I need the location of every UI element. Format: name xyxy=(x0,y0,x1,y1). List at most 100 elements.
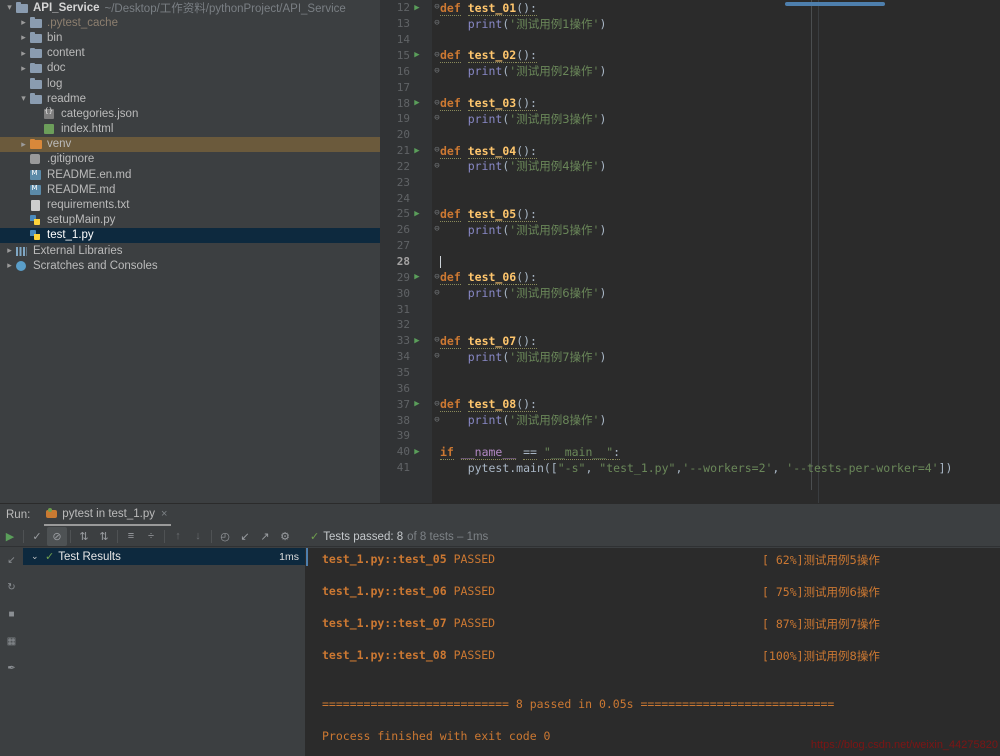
test-results-tree[interactable]: ⌄ ✓ Test Results 1ms xyxy=(23,548,306,756)
code-line-19[interactable]: 19⊖ print('测试用例3操作') xyxy=(380,111,1000,127)
code-line-24[interactable]: 24 xyxy=(380,190,1000,206)
console-output[interactable]: test_1.py::test_05 PASSED[ 62%]测试用例5操作te… xyxy=(306,548,1000,756)
code-line-31[interactable]: 31 xyxy=(380,301,1000,317)
sort-alphabetically-button[interactable]: ⇅ xyxy=(74,527,94,546)
tree-item--pytest-cache[interactable]: .pytest_cache xyxy=(0,15,380,30)
toggle-ignored-button[interactable]: ⊘ xyxy=(47,527,67,546)
run-test-gutter-icon[interactable]: ▶ xyxy=(410,146,424,156)
project-tree-items: .pytest_cachebincontentdoclogreadmecateg… xyxy=(0,15,380,273)
tree-item-content[interactable]: content xyxy=(0,46,380,61)
code-line-16[interactable]: 16⊖ print('测试用例2操作') xyxy=(380,63,1000,79)
run-test-gutter-icon[interactable]: ▶ xyxy=(410,336,424,346)
folder-icon xyxy=(15,2,29,14)
chevron-down-icon[interactable] xyxy=(4,3,15,12)
tree-item-setupmain-py[interactable]: setupMain.py xyxy=(0,213,380,228)
tree-item-readme[interactable]: readme xyxy=(0,91,380,106)
code-line-38[interactable]: 38⊖ print('测试用例8操作') xyxy=(380,412,1000,428)
import-results-button[interactable]: ↙ xyxy=(235,527,255,546)
chevron-right-icon[interactable] xyxy=(4,246,15,255)
tree-item-index-html[interactable]: index.html xyxy=(0,122,380,137)
tree-item-external-libraries[interactable]: External Libraries xyxy=(0,243,380,258)
code-line-36[interactable]: 36 xyxy=(380,380,1000,396)
tree-item-readme-md[interactable]: README.md xyxy=(0,182,380,197)
rerun-button[interactable]: ▶ xyxy=(0,527,20,546)
tree-item-test-1-py[interactable]: test_1.py xyxy=(0,228,380,243)
code-line-14[interactable]: 14 xyxy=(380,32,1000,48)
tree-item-requirements-txt[interactable]: requirements.txt xyxy=(0,197,380,212)
code-line-17[interactable]: 17 xyxy=(380,79,1000,95)
code-line-12[interactable]: 12▶⊖def test_01(): xyxy=(380,0,1000,16)
run-test-gutter-icon[interactable]: ▶ xyxy=(410,50,424,60)
chevron-right-icon[interactable] xyxy=(18,140,29,149)
chevron-right-icon[interactable] xyxy=(18,49,29,58)
tree-item-categories-json[interactable]: categories.json xyxy=(0,106,380,121)
code-line-32[interactable]: 32 xyxy=(380,317,1000,333)
code-line-22[interactable]: 22⊖ print('测试用例4操作') xyxy=(380,159,1000,175)
tree-item-readme-en-md[interactable]: README.en.md xyxy=(0,167,380,182)
tree-item-label: README.en.md xyxy=(47,169,131,181)
run-test-gutter-icon[interactable]: ▶ xyxy=(410,272,424,282)
rerun-icon[interactable]: ↻ xyxy=(4,579,20,595)
chevron-down-icon[interactable]: ⌄ xyxy=(31,551,39,562)
code-line-39[interactable]: 39 xyxy=(380,428,1000,444)
layout-icon[interactable]: ▦ xyxy=(4,633,20,649)
code-line-20[interactable]: 20 xyxy=(380,127,1000,143)
tree-item-scratches-and-consoles[interactable]: Scratches and Consoles xyxy=(0,258,380,273)
chevron-right-icon[interactable] xyxy=(18,18,29,27)
run-test-gutter-icon[interactable]: ▶ xyxy=(410,399,424,409)
tree-item-doc[interactable]: doc xyxy=(0,61,380,76)
settings-gear-button[interactable]: ⚙ xyxy=(275,527,295,546)
line-number: 12 xyxy=(380,1,410,14)
export-results-button[interactable]: ↗ xyxy=(255,527,275,546)
tree-item-bin[interactable]: bin xyxy=(0,30,380,45)
run-test-gutter-icon[interactable]: ▶ xyxy=(410,447,424,457)
code-line-25[interactable]: 25▶⊖def test_05(): xyxy=(380,206,1000,222)
chevron-down-icon[interactable] xyxy=(18,94,29,103)
run-test-gutter-icon[interactable]: ▶ xyxy=(410,98,424,108)
code-line-40[interactable]: 40▶if __name__ == "__main__": xyxy=(380,444,1000,460)
project-root-label: API_Service xyxy=(33,2,100,14)
code-line-34[interactable]: 34⊖ print('测试用例7操作') xyxy=(380,349,1000,365)
previous-failed-button[interactable]: ↑ xyxy=(168,527,188,546)
code-line-27[interactable]: 27 xyxy=(380,238,1000,254)
code-line-26[interactable]: 26⊖ print('测试用例5操作') xyxy=(380,222,1000,238)
next-failed-button[interactable]: ↓ xyxy=(188,527,208,546)
sort-by-duration-button[interactable]: ⇅ xyxy=(94,527,114,546)
code-line-35[interactable]: 35 xyxy=(380,365,1000,381)
expand-all-button[interactable]: ≡ xyxy=(121,527,141,546)
tree-item-log[interactable]: log xyxy=(0,76,380,91)
chevron-right-icon[interactable] xyxy=(18,33,29,42)
project-tree-panel[interactable]: API_Service ~/Desktop/工作资料/pythonProject… xyxy=(0,0,380,503)
code-line-33[interactable]: 33▶⊖def test_07(): xyxy=(380,333,1000,349)
folder-icon xyxy=(29,17,43,29)
pycharm-window: API_Service ~/Desktop/工作资料/pythonProject… xyxy=(0,0,1000,756)
run-test-gutter-icon[interactable]: ▶ xyxy=(410,3,424,13)
code-line-23[interactable]: 23 xyxy=(380,174,1000,190)
code-editor[interactable]: 12▶⊖def test_01():13⊖ print('测试用例1操作')14… xyxy=(380,0,1000,503)
code-line-28[interactable]: 28 xyxy=(380,254,1000,270)
tree-item-venv[interactable]: venv xyxy=(0,137,380,152)
code-line-41[interactable]: 41 pytest.main(["-s", "test_1.py",'--wor… xyxy=(380,460,1000,476)
project-root-row[interactable]: API_Service ~/Desktop/工作资料/pythonProject… xyxy=(0,0,380,15)
stop-icon[interactable]: ■ xyxy=(4,606,20,622)
run-configuration-tab[interactable]: pytest in test_1.py × xyxy=(44,504,171,526)
code-line-21[interactable]: 21▶⊖def test_04(): xyxy=(380,143,1000,159)
chevron-right-icon[interactable] xyxy=(4,261,15,270)
code-line-15[interactable]: 15▶⊖def test_02(): xyxy=(380,48,1000,64)
run-test-gutter-icon[interactable]: ▶ xyxy=(410,209,424,219)
code-line-13[interactable]: 13⊖ print('测试用例1操作') xyxy=(380,16,1000,32)
code-line-30[interactable]: 30⊖ print('测试用例6操作') xyxy=(380,285,1000,301)
toggle-passed-button[interactable]: ✓ xyxy=(27,527,47,546)
collapse-all-button[interactable]: ÷ xyxy=(141,527,161,546)
code-line-29[interactable]: 29▶⊖def test_06(): xyxy=(380,269,1000,285)
pin-icon[interactable]: ✒ xyxy=(4,660,20,676)
code-line-18[interactable]: 18▶⊖def test_03(): xyxy=(380,95,1000,111)
debug-icon[interactable]: ↙ xyxy=(4,552,20,568)
test-results-root-row[interactable]: ⌄ ✓ Test Results 1ms xyxy=(23,548,305,565)
close-icon[interactable]: × xyxy=(161,508,167,520)
code-line-37[interactable]: 37▶⊖def test_08(): xyxy=(380,396,1000,412)
folder-orange-icon xyxy=(29,138,43,150)
history-button[interactable]: ◴ xyxy=(215,527,235,546)
chevron-right-icon[interactable] xyxy=(18,64,29,73)
tree-item--gitignore[interactable]: .gitignore xyxy=(0,152,380,167)
